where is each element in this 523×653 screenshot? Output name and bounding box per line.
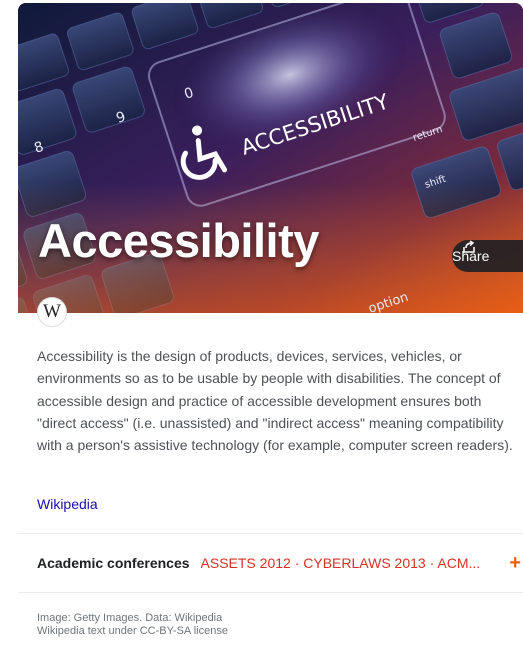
conference-link-cyberlaws-2013[interactable]: CYBERLAWS 2013 (303, 555, 425, 571)
attribute-row-academic-conferences: Academic conferences ASSETS 2012 · CYBER… (37, 553, 523, 573)
credit-line-2: Wikipedia text under CC-BY-SA license (37, 625, 228, 637)
panel-title: Accessibility (38, 214, 319, 267)
attribute-values: ASSETS 2012 · CYBERLAWS 2013 · ACM... (201, 555, 504, 571)
conference-link-assets-2012[interactable]: ASSETS 2012 (201, 555, 291, 571)
divider (18, 533, 523, 534)
plus-icon[interactable]: + (509, 553, 521, 573)
separator: · (290, 555, 304, 571)
divider (18, 592, 523, 593)
wikipedia-logo[interactable]: W (37, 297, 67, 327)
share-icon (463, 240, 475, 253)
share-button[interactable]: Share (452, 240, 523, 272)
knowledge-panel: 8 9 0 shift return option ACCESSIBILITY … (18, 0, 523, 653)
hero-image[interactable]: 8 9 0 shift return option ACCESSIBILITY … (18, 3, 523, 313)
description-text: Accessibility is the design of products,… (37, 348, 513, 454)
credit-line-1: Image: Getty Images. Data: Wikipedia (37, 612, 223, 624)
wikipedia-logo-text: W (43, 301, 61, 322)
separator: · (425, 555, 438, 571)
wikipedia-link[interactable]: Wikipedia (37, 496, 98, 512)
image-data-credit: Image: Getty Images. Data: Wikipedia Wik… (37, 612, 228, 638)
attribute-label: Academic conferences (37, 555, 190, 571)
conference-link-acm[interactable]: ACM... (437, 555, 480, 571)
